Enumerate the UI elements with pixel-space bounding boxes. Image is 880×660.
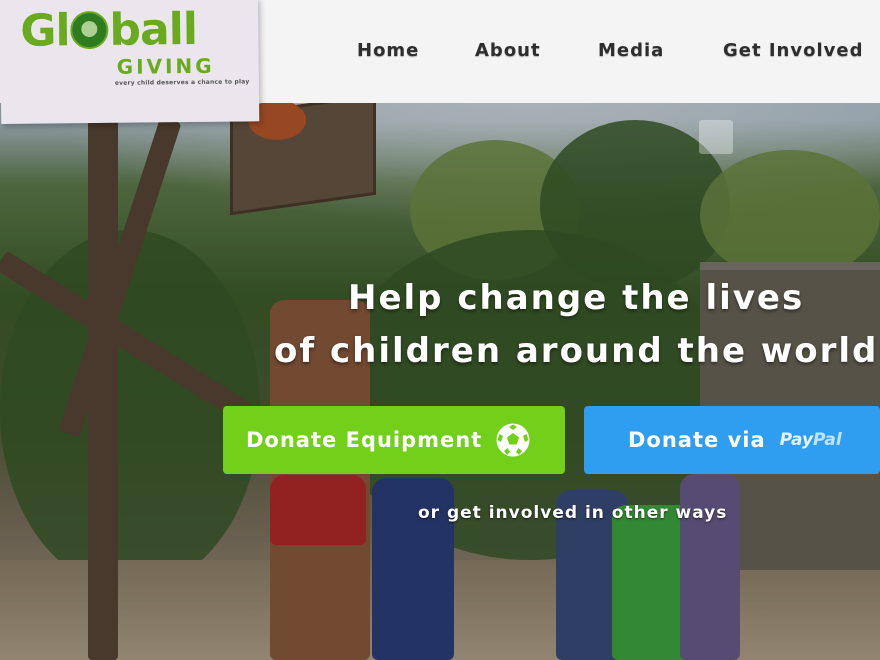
donate-paypal-label: Donate via xyxy=(628,428,766,452)
soccer-ball-icon xyxy=(496,423,530,457)
logo-text-end: ball xyxy=(109,3,198,56)
other-ways-link[interactable]: or get involved in other ways xyxy=(418,503,727,523)
donate-equipment-label: Donate Equipment xyxy=(246,428,483,452)
paypal-logo-pay: Pay xyxy=(779,430,814,450)
logo-subtitle: GIVING xyxy=(116,53,215,79)
nav-media[interactable]: Media xyxy=(598,40,664,61)
logo-text-start: Gl xyxy=(20,5,70,57)
nav-get-involved[interactable]: Get Involved xyxy=(723,40,863,61)
paypal-logo-pal: Pal xyxy=(813,430,842,450)
hero-headline-line1: Help change the lives xyxy=(348,278,805,318)
donate-equipment-button[interactable]: Donate Equipment xyxy=(223,406,565,474)
nav-home[interactable]: Home xyxy=(357,40,419,61)
paypal-logo: PayPal xyxy=(780,430,842,450)
hero-headline-line2: of children around the world! xyxy=(274,331,880,371)
logo-wordmark: Gl ball xyxy=(20,4,197,57)
soccer-ball-logo-icon xyxy=(70,10,109,50)
watermark-icon xyxy=(699,120,733,154)
logo-tagline: every child deserves a chance to play xyxy=(114,78,250,87)
nav-about[interactable]: About xyxy=(475,40,541,61)
logo[interactable]: Gl ball GIVING every child deserves a cha… xyxy=(0,0,260,124)
donate-paypal-button[interactable]: Donate via PayPal xyxy=(584,406,880,474)
